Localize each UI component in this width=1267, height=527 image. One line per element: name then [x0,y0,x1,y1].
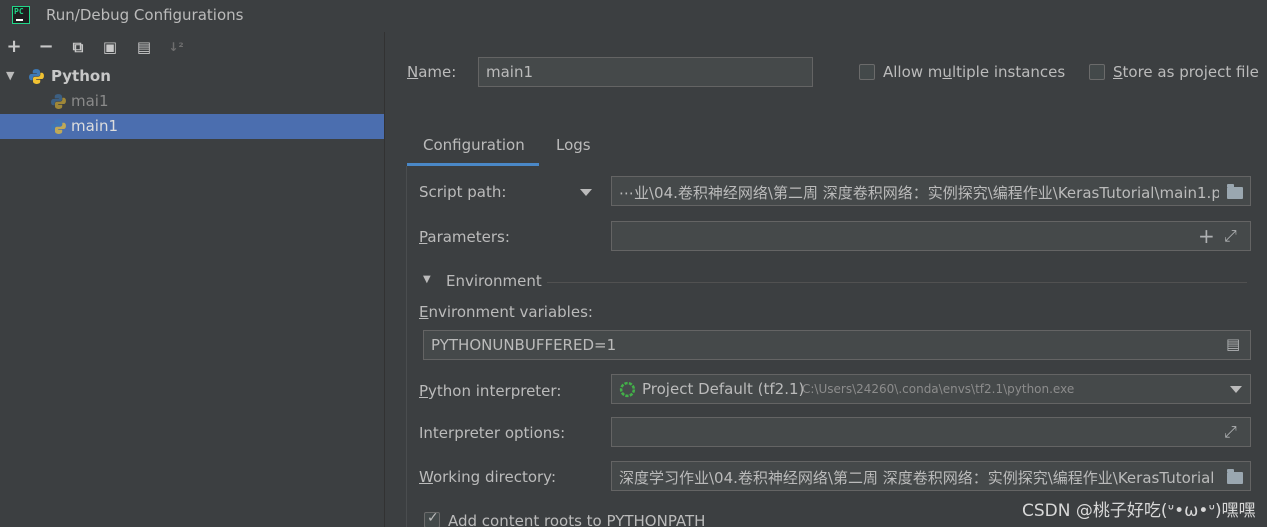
interpreter-path: C:\Users\24260\.conda\envs\tf2.1\python.… [802,382,1075,396]
title-bar: PC Run/Debug Configurations [0,0,1267,32]
interpreter-options-input[interactable]: ⤢ [611,417,1251,447]
store-as-project-file-checkbox[interactable] [1089,64,1105,80]
store-as-project-file-label: Store as project file [1113,63,1259,81]
remove-icon[interactable]: − [36,37,56,57]
new-folder-icon[interactable]: ▤ [134,37,154,57]
name-input[interactable]: main1 [478,57,813,87]
expand-icon[interactable]: ⤢ [1224,422,1237,442]
clipboard-icon[interactable]: ▤ [1226,335,1240,353]
python-interpreter-dropdown[interactable]: Project Default (tf2.1) C:\Users\24260\.… [611,374,1251,404]
env-vars-input[interactable]: PYTHONUNBUFFERED=1 ▤ [423,330,1251,360]
save-icon[interactable]: ▣ [100,37,120,57]
interpreter-options-label: Interpreter options: [419,424,566,442]
allow-multiple-instances-checkbox[interactable] [859,64,875,80]
plus-icon[interactable]: + [1198,224,1215,248]
pycharm-logo-icon: PC [12,6,30,24]
add-icon[interactable]: + [4,37,24,57]
script-path-type-dropdown[interactable] [580,189,592,196]
tree-item-label: main1 [71,117,119,135]
conda-env-icon [619,381,636,398]
add-content-roots-label: Add content roots to PYTHONPATH [448,512,706,527]
folder-icon[interactable] [1227,184,1243,199]
tree-item-label: mai1 [71,92,109,110]
configuration-tab-panel: Script path: ⋯业\04.卷积神经网络\第二周 深度卷积网络：实例探… [406,166,1267,527]
folder-icon[interactable] [1227,469,1243,484]
configurations-sidebar: + − ⧉ ▣ ▤ ↓² ▼ Python mai1 main1 [0,32,385,527]
python-interpreter-label: Python interpreter: [419,382,562,400]
tab-logs[interactable]: Logs [556,128,606,166]
chevron-down-icon[interactable] [1230,386,1242,393]
add-content-roots-checkbox[interactable] [424,510,440,527]
watermark: CSDN @桃子好吃(ᐡ•ω•ᐡ)嘿嘿 [1022,501,1256,521]
tree-group-label: Python [51,67,111,85]
script-path-input[interactable]: ⋯业\04.卷积神经网络\第二周 深度卷积网络：实例探究\编程作业\KerasT… [611,176,1251,206]
tree-item-main1[interactable]: main1 [0,114,384,139]
python-file-icon [51,119,66,134]
chevron-down-icon[interactable]: ▼ [6,69,14,82]
working-directory-label: Working directory: [419,468,557,486]
window-title: Run/Debug Configurations [46,6,244,24]
name-label: Name: [407,63,457,81]
env-vars-label: Environment variables: [419,303,593,321]
configuration-editor: Name: main1 Allow multiple instances Sto… [386,32,1267,527]
tab-configuration[interactable]: Configuration [407,128,539,166]
allow-multiple-instances-label: Allow multiple instances [883,63,1066,81]
parameters-input[interactable]: + ⤢ [611,221,1251,251]
sort-icon[interactable]: ↓² [166,37,186,57]
section-divider [547,282,1247,283]
environment-section-title: Environment [446,272,542,290]
parameters-label: Parameters: [419,228,510,246]
python-file-icon [51,94,66,109]
collapse-triangle-icon[interactable]: ▼ [423,274,431,285]
tree-item-mai1[interactable]: mai1 [0,89,384,114]
interpreter-name: Project Default (tf2.1) [642,380,805,398]
working-directory-input[interactable]: 深度学习作业\04.卷积神经网络\第二周 深度卷积网络：实例探究\编程作业\Ke… [611,461,1251,491]
script-path-label: Script path: [419,183,507,201]
sidebar-toolbar: + − ⧉ ▣ ▤ ↓² [0,32,385,62]
python-icon [29,69,44,84]
copy-icon[interactable]: ⧉ [68,37,88,57]
tree-group-python[interactable]: ▼ Python [0,64,384,89]
expand-icon[interactable]: ⤢ [1224,226,1237,246]
